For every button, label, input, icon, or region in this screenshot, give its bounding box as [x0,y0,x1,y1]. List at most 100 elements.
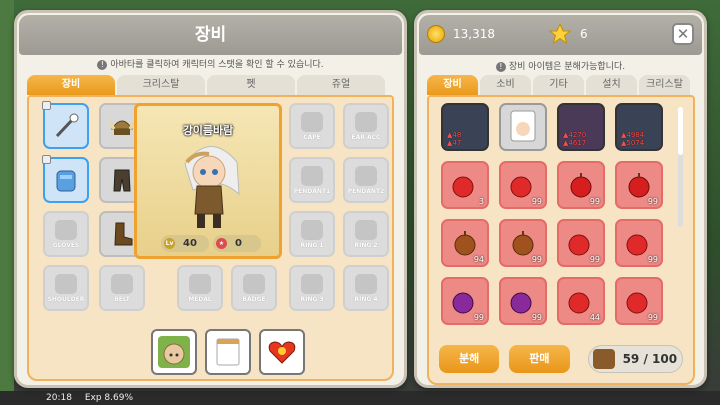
inventory-body: ▲48 ▲47 ▲4270 ▲4617 ▲4984 ▲5074 3 99 99 … [427,95,695,385]
slot-ear-acc[interactable]: EAR ACC [343,103,389,149]
slot-weapon[interactable] [42,101,89,149]
slot-ring1[interactable]: RING 1 [289,211,335,257]
info-icon: ! [97,60,108,70]
inventory-notice: ! 장비 아이템은 분해가능합니다. [417,59,704,72]
slot-ring3[interactable]: RING 3 [289,265,335,311]
wand-icon [55,113,79,138]
earring-icon [355,111,377,132]
cape-icon [301,111,323,132]
scroll-icon [216,338,240,366]
slot-overall[interactable] [42,155,89,203]
ring-icon [355,273,377,294]
meso-amount: 13,318 [453,27,495,41]
meso-coin-icon [427,25,445,43]
scroll-slot[interactable] [205,329,251,375]
star-count: 6 [580,27,588,41]
inventory-item[interactable]: ▲48 ▲47 [441,103,489,151]
inventory-item[interactable]: 99 [615,219,663,267]
popularity-badge: ★ 0 [213,235,261,252]
inventory-item[interactable]: 99 [499,161,547,209]
level-badge: Lv 40 [161,235,209,252]
inventory-item[interactable]: 3 [441,161,489,209]
inventory-header: 13,318 6 ✕ [419,15,702,55]
slot-cape[interactable]: CAPE [289,103,335,149]
character-preview[interactable]: 강이름바람 Lv 40 ★ 0 [134,103,282,259]
slot-ring4[interactable]: RING 4 [343,265,389,311]
pig-icon [158,336,190,368]
disassemble-button[interactable]: 분해 [439,345,500,373]
heart-slot[interactable] [259,329,305,375]
shoulder-icon [55,273,77,294]
inventory-item[interactable]: 99 [441,277,489,325]
pet-slot[interactable] [151,329,197,375]
inventory-item[interactable]: 99 [557,161,605,209]
inventory-tabs: 장비 소비 기타 설치 크리스탈 [427,75,692,95]
ring-icon [301,273,323,294]
inventory-grid: ▲48 ▲47 ▲4270 ▲4617 ▲4984 ▲5074 3 99 99 … [441,103,673,335]
info-icon: ! [495,62,506,72]
heart-icon [268,341,296,364]
character-stats: Lv 40 ★ 0 [159,235,263,252]
equipment-title: 장비 [19,15,402,55]
slot-medal[interactable]: MEDAL [177,265,223,311]
ring-icon [301,219,323,240]
gloves-icon [55,219,77,240]
close-button[interactable]: ✕ [672,23,694,45]
equipment-tabs: 장비 크리스탈 펫 쥬얼 [27,75,387,95]
pendant-icon [301,165,323,186]
inventory-item[interactable]: 99 [615,161,663,209]
tab-consume[interactable]: 소비 [480,75,531,95]
belt-icon [111,273,133,294]
lock-icon [42,155,51,164]
inventory-item[interactable]: 99 [499,277,547,325]
inventory-item[interactable]: 44 [557,277,605,325]
tab-etc[interactable]: 기타 [533,75,584,95]
face-item-icon [510,110,536,142]
boots-icon [114,222,133,246]
slot-belt[interactable]: BELT [99,265,145,311]
inventory-item[interactable] [499,103,547,151]
medal-icon [189,273,211,294]
background-scene [0,0,14,391]
hud-time: 20:18 [46,393,72,403]
slot-pendant2[interactable]: PENDANT2 [343,157,389,203]
slot-pendant1[interactable]: PENDANT1 [289,157,335,203]
ring-icon [355,219,377,240]
star-icon [549,23,571,45]
inventory-item[interactable]: ▲4984 ▲5074 [615,103,663,151]
tab-pet[interactable]: 펫 [207,75,295,95]
tab-jewel[interactable]: 쥬얼 [297,75,385,95]
tab-crystal[interactable]: 크리스탈 [639,75,690,95]
inventory-item[interactable]: 99 [499,219,547,267]
tab-crystal[interactable]: 크리스탈 [117,75,205,95]
tab-equip[interactable]: 장비 [427,75,478,95]
pendant-icon [355,165,377,186]
level-icon: Lv [164,238,175,249]
tab-equip[interactable]: 장비 [27,75,115,95]
inventory-footer: 분해 판매 59 / 100 [439,343,683,375]
popularity-icon: ★ [216,238,227,249]
slot-badge[interactable]: BADGE [231,265,277,311]
pants-icon [113,169,131,192]
slot-gloves[interactable]: GLOVES [43,211,89,257]
slot-ring2[interactable]: RING 2 [343,211,389,257]
inventory-scrollbar[interactable] [678,107,683,227]
inventory-item[interactable]: 99 [615,277,663,325]
equipment-panel: 장비 ! 아바타를 클릭하여 캐릭터의 스탯을 확인 할 수 있습니다. 장비 크… [14,10,407,388]
tab-setup[interactable]: 설치 [586,75,637,95]
inventory-item[interactable]: 99 [557,219,605,267]
badge-icon [243,273,265,294]
equipment-notice: ! 아바타를 클릭하여 캐릭터의 스탯을 확인 할 수 있습니다. [17,57,404,70]
inventory-item[interactable]: ▲4270 ▲4617 [557,103,605,151]
lock-icon [42,101,51,110]
sell-button[interactable]: 판매 [509,345,570,373]
hud-exp: Exp 8.69% [84,393,133,403]
armor-icon [56,170,76,192]
inventory-panel: 13,318 6 ✕ ! 장비 아이템은 분해가능합니다. 장비 소비 기타 설치… [414,10,707,388]
equipment-body: GLOVES SHOULDER BELT 강이름바람 Lv 40 ★ 0 MED… [27,95,394,381]
slot-shoulder[interactable]: SHOULDER [43,265,89,311]
bag-icon [592,349,615,369]
inventory-item[interactable]: 94 [441,219,489,267]
hud-strip: 20:18 Exp 8.69% [0,391,720,405]
inventory-capacity[interactable]: 59 / 100 [587,345,683,373]
